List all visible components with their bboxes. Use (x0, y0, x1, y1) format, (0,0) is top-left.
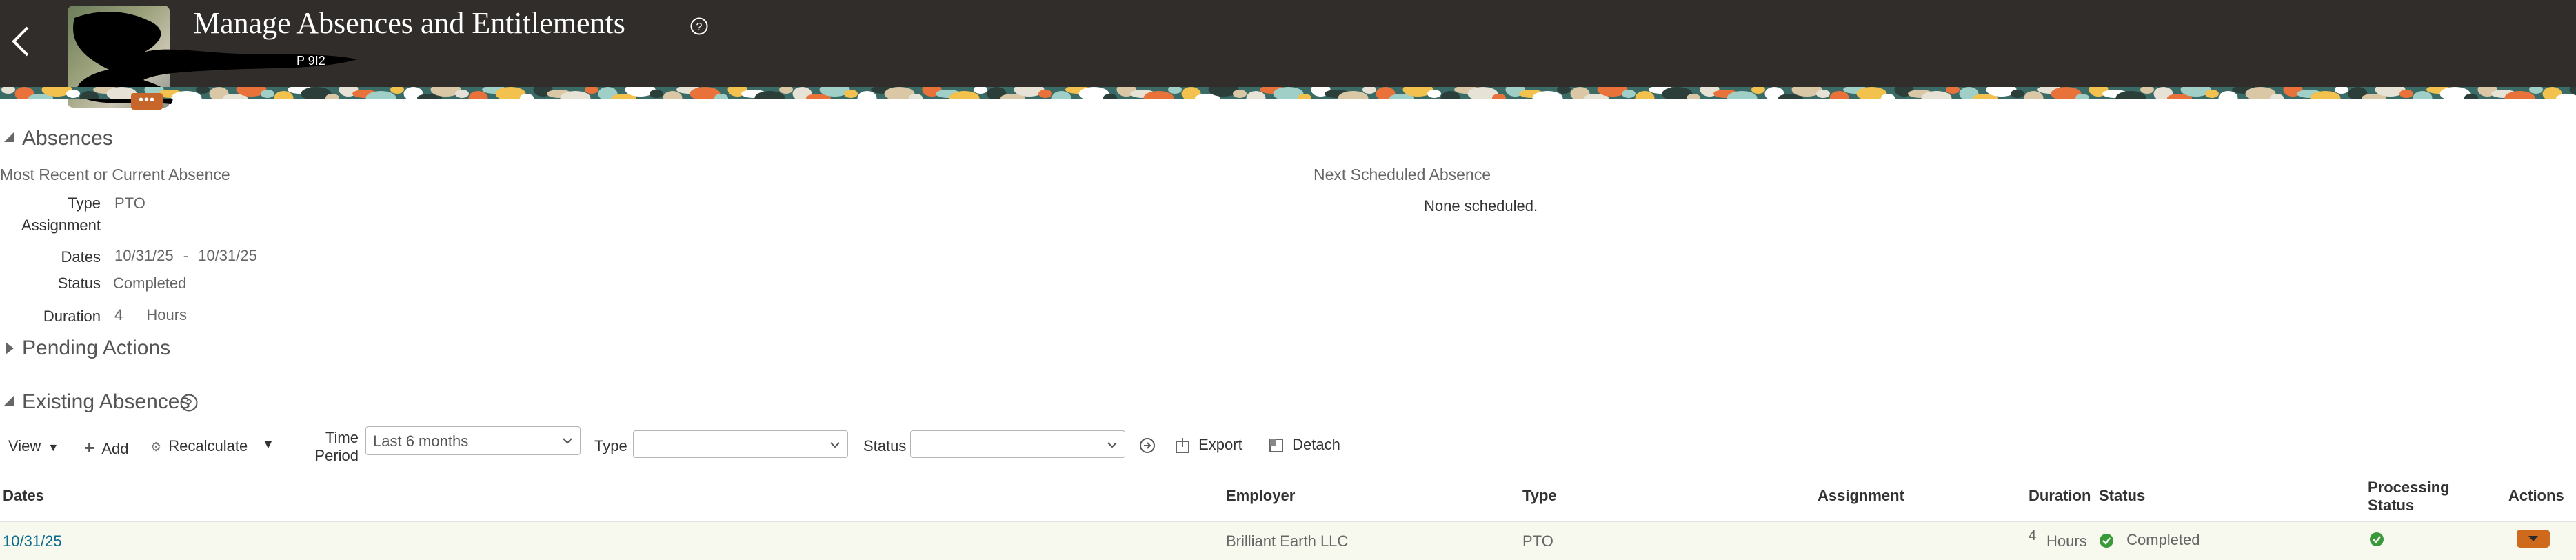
row-actions-button[interactable] (2517, 530, 2550, 548)
duration-number: 4 (114, 306, 123, 323)
page-header: P 9I2 Manage Absences and Entitlements ? (0, 0, 2576, 87)
check-circle-icon (2099, 533, 2114, 548)
column-header-employer[interactable]: Employer (1226, 487, 1295, 505)
chevron-down-icon (829, 439, 841, 450)
recalculate-icon: ⚙ (150, 440, 161, 454)
go-arrow-icon[interactable] (1139, 437, 1156, 454)
detach-icon (1269, 438, 1284, 453)
next-absence-value: None scheduled. (1424, 197, 1538, 215)
time-period-label-line2: Period (303, 447, 359, 465)
add-label: Add (101, 440, 128, 457)
assignment-label: Assignment (14, 217, 101, 234)
status-value: Completed (113, 274, 186, 292)
decorative-banner (0, 87, 2576, 99)
column-header-duration[interactable]: Duration (2029, 487, 2091, 505)
processing-header-line1: Processing (2368, 479, 2450, 497)
header-subtitle-fragment: P 9I2 (296, 54, 325, 68)
status-filter-label: Status (863, 437, 906, 455)
more-actions-chevron-icon[interactable]: ▼ (262, 437, 274, 452)
processing-header-line2: Status (2368, 497, 2450, 514)
type-value: PTO (114, 194, 145, 212)
recalculate-button[interactable]: ⚙ Recalculate (150, 437, 248, 455)
dates-value: 10/31/25 - 10/31/25 (114, 247, 257, 265)
dates-end: 10/31/25 (198, 247, 257, 264)
duration-unit: Hours (146, 306, 187, 323)
column-header-actions: Actions (2508, 487, 2564, 505)
view-menu-button[interactable]: View ▼ (8, 437, 59, 455)
column-header-processing-status[interactable]: Processing Status (2368, 479, 2450, 514)
view-label: View (8, 437, 41, 454)
type-label: Type (28, 194, 101, 212)
svg-text:?: ? (186, 398, 192, 410)
status-label: Status (28, 274, 101, 292)
row-duration-value: 4 (2029, 528, 2036, 544)
dates-start: 10/31/25 (114, 247, 174, 264)
column-header-status[interactable]: Status (2099, 487, 2145, 505)
row-employer: Brilliant Earth LLC (1226, 532, 1348, 550)
recalculate-label: Recalculate (168, 437, 248, 454)
export-label: Export (1198, 436, 1242, 453)
existing-absences-section-title[interactable]: Existing Absences (22, 390, 190, 414)
row-duration-unit: Hours (2046, 532, 2087, 550)
type-filter-label: Type (594, 437, 627, 455)
help-icon[interactable]: ? (690, 17, 709, 36)
svg-text:?: ? (696, 21, 703, 33)
add-button[interactable]: + Add (84, 437, 128, 459)
duration-label: Duration (28, 308, 101, 326)
check-circle-icon (2369, 532, 2384, 547)
row-type: PTO (1522, 532, 1553, 550)
chevron-down-icon (562, 435, 573, 446)
current-absence-heading: Most Recent or Current Absence (0, 166, 230, 184)
time-period-select[interactable]: Last 6 months (365, 426, 581, 455)
duration-value: 4 Hours (114, 306, 187, 324)
time-period-label-line1: Time (303, 429, 359, 447)
chevron-down-icon (2528, 535, 2539, 542)
column-header-type[interactable]: Type (1522, 487, 1557, 505)
status-select[interactable] (910, 430, 1125, 458)
back-arrow-icon[interactable] (7, 23, 34, 59)
row-status: Completed (2099, 531, 2200, 549)
dates-label: Dates (28, 248, 101, 266)
next-absence-heading: Next Scheduled Absence (1314, 166, 1491, 184)
detach-button[interactable]: Detach (1269, 436, 1340, 454)
plus-icon: + (84, 437, 94, 458)
collapse-triangle-icon[interactable] (4, 132, 14, 142)
help-icon[interactable]: ? (179, 393, 199, 412)
chevron-down-icon: ▼ (48, 442, 59, 454)
dates-separator: - (183, 247, 188, 264)
absences-section-title[interactable]: Absences (22, 127, 113, 150)
page-title: Manage Absences and Entitlements (193, 6, 625, 41)
column-header-assignment[interactable]: Assignment (1818, 487, 1904, 505)
time-period-label: Time Period (303, 429, 359, 465)
column-header-dates[interactable]: Dates (3, 487, 44, 505)
row-status-text: Completed (2126, 531, 2200, 548)
expand-triangle-icon[interactable] (6, 342, 14, 354)
detach-label: Detach (1292, 436, 1340, 453)
collapse-triangle-icon[interactable] (4, 396, 14, 406)
export-button[interactable]: Export (1175, 436, 1242, 454)
row-dates-link[interactable]: 10/31/25 (3, 532, 62, 550)
chevron-down-icon (1107, 439, 1118, 450)
pending-actions-section-title[interactable]: Pending Actions (22, 337, 170, 360)
export-icon (1175, 437, 1190, 454)
time-period-value: Last 6 months (373, 432, 468, 450)
avatar-menu-button[interactable]: ••• (131, 93, 163, 110)
type-select[interactable] (633, 430, 848, 458)
